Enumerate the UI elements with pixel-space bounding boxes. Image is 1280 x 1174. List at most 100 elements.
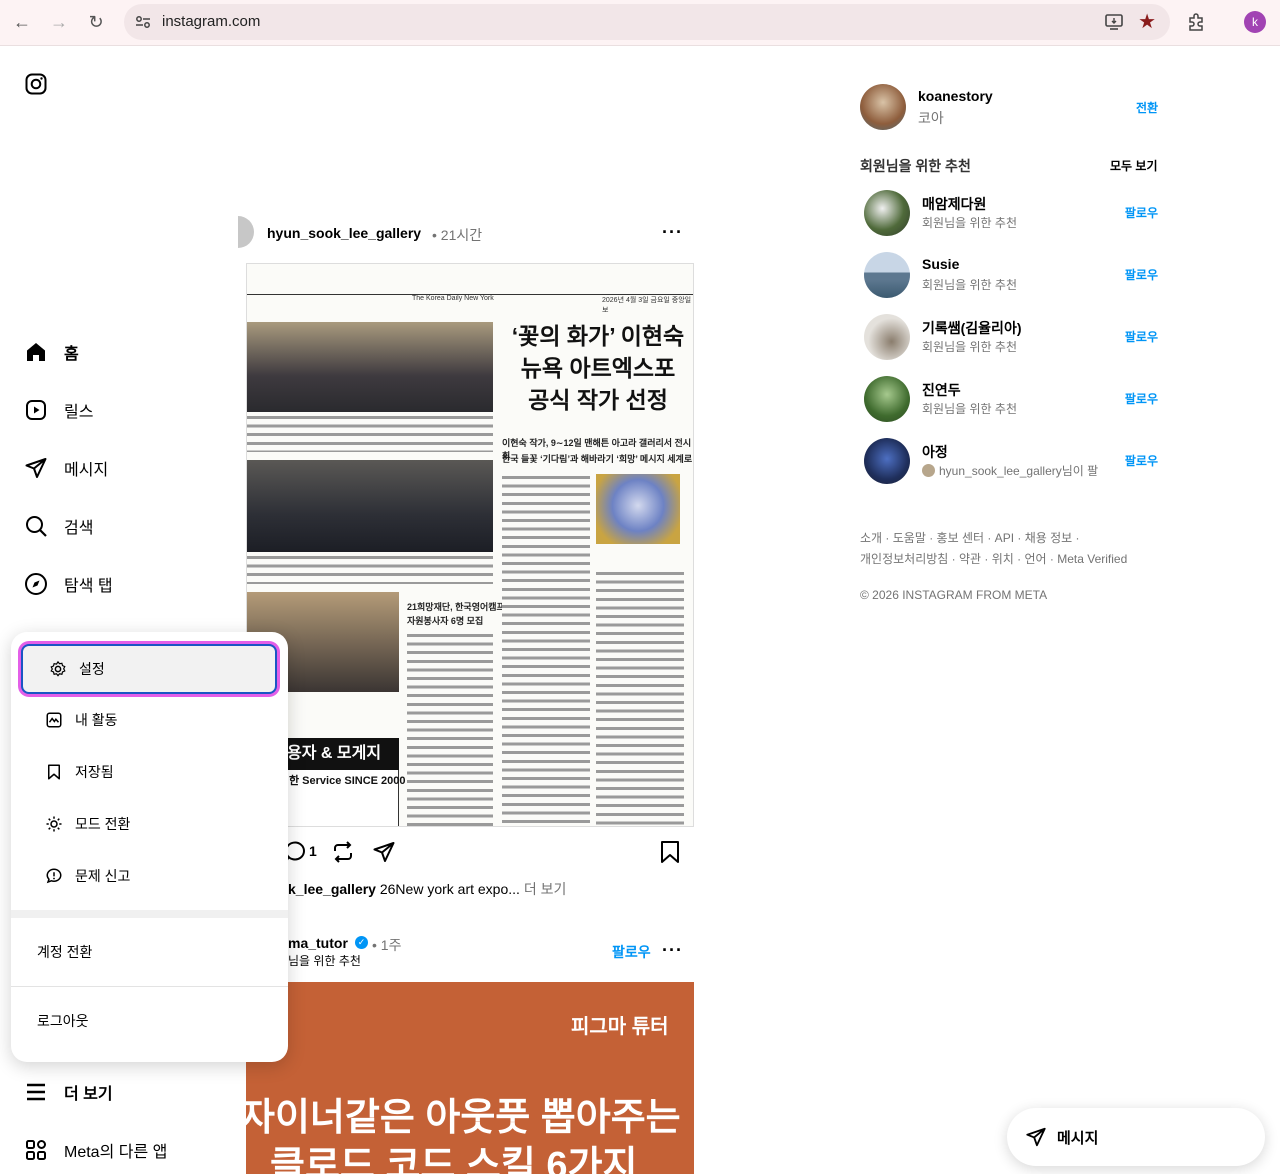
footer-links-2[interactable]: 개인정보처리방침 · 약관 · 위치 · 언어 · Meta Verified — [860, 550, 1127, 567]
post2-username[interactable]: ma_tutor — [288, 935, 348, 951]
reload-icon[interactable]: ↻ — [84, 10, 108, 34]
report-icon — [46, 868, 62, 884]
more-options-icon[interactable]: ··· — [662, 222, 683, 243]
suggestion-reason: hyun_sook_lee_gallery님이 팔 — [922, 462, 1112, 479]
menu-logout[interactable]: 로그아웃 — [37, 1011, 89, 1031]
menu-saved-label: 저장됨 — [75, 764, 114, 780]
suggestion-name[interactable]: Susie — [922, 256, 959, 272]
comment-count: 1 — [309, 843, 317, 859]
see-all-link[interactable]: 모두 보기 — [1110, 157, 1158, 174]
repost-icon[interactable] — [331, 840, 355, 864]
post-username[interactable]: hyun_sook_lee_gallery — [267, 225, 421, 241]
newspaper-subheadline-2: 한국 들꽃 ‘기다림’과 해바라기 ‘희망’ 메시지 세계로 — [502, 454, 693, 464]
nav-home-label: 홈 — [64, 346, 79, 363]
menu-mode-switch[interactable]: 모드 전환 — [19, 800, 280, 848]
forward-icon[interactable]: → — [47, 10, 71, 34]
share-icon[interactable] — [372, 840, 396, 864]
back-icon[interactable]: ← — [10, 10, 34, 34]
newspaper-box-title-1: 21희망재단, 한국영어캠프 — [407, 602, 505, 612]
follow-button[interactable]: 팔로우 — [1125, 452, 1158, 469]
suggestion-name[interactable]: 진연두 — [922, 380, 961, 400]
newspaper-text-block — [247, 554, 493, 584]
my-avatar[interactable] — [860, 84, 906, 130]
extensions-icon[interactable] — [1186, 11, 1208, 33]
nav-search-label: 검색 — [64, 520, 94, 537]
menu-mode-label: 모드 전환 — [75, 816, 131, 832]
bookmark-icon — [48, 764, 60, 780]
newspaper-headline: ‘꽃의 화가’ 이현숙 뉴욕 아트엑스포 공식 작가 선정 — [505, 320, 691, 416]
nav-reels[interactable]: 릴스 — [24, 396, 93, 424]
nav-search[interactable]: 검색 — [24, 512, 93, 540]
post-image[interactable]: The Korea Daily New York 2026년 4월 3일 금요일… — [246, 263, 694, 827]
suggestion-reason: 회원님을 위한 추천 — [922, 402, 1017, 416]
suggestion-item: 아정 hyun_sook_lee_gallery님이 팔 팔로우 — [864, 438, 1160, 486]
menu-saved[interactable]: 저장됨 — [19, 748, 280, 796]
newspaper-text-block — [407, 632, 493, 826]
switch-account-link[interactable]: 전환 — [1136, 99, 1158, 116]
newspaper-masthead: The Korea Daily New York — [412, 295, 494, 302]
menu-settings[interactable]: 설정 — [21, 644, 277, 694]
suggestion-reason: 회원님을 위한 추천 — [922, 278, 1017, 292]
suggestion-name[interactable]: 아정 — [922, 442, 948, 462]
post2-image[interactable]: 피그마 튜터 자이너같은 아웃풋 뽑아주는 클로드 코드 스킬 6가지 — [246, 982, 694, 1174]
more-options-icon[interactable]: ··· — [662, 940, 683, 961]
nav-meta-apps[interactable]: Meta의 다른 앱 — [24, 1136, 167, 1164]
newspaper-text-block — [596, 570, 684, 826]
install-app-icon[interactable] — [1104, 12, 1124, 32]
profile-avatar[interactable]: k — [1244, 11, 1266, 33]
reels-icon — [26, 400, 46, 420]
follow-button[interactable]: 팔로우 — [1125, 204, 1158, 221]
newspaper-ad-subtitle: 한 Service SINCE 2000 — [289, 775, 406, 787]
menu-report-label: 문제 신고 — [75, 868, 131, 884]
menu-activity[interactable]: 내 활동 — [19, 696, 280, 744]
follow-button[interactable]: 팔로우 — [1125, 266, 1158, 283]
newspaper-date: 2026년 4월 3일 금요일 중앙일보 — [602, 297, 692, 314]
messages-button[interactable]: 메시지 — [1007, 1108, 1265, 1166]
nav-more[interactable]: 더 보기 — [24, 1078, 113, 1106]
suggestion-avatar[interactable] — [864, 190, 910, 236]
newspaper-text-block — [502, 474, 590, 826]
newspaper-photo — [247, 322, 493, 412]
suggestion-avatar[interactable] — [864, 438, 910, 484]
my-display-name: 코아 — [918, 110, 944, 126]
home-icon — [27, 343, 45, 361]
caption-username[interactable]: k_lee_gallery — [288, 881, 376, 897]
copyright: © 2026 INSTAGRAM FROM META — [860, 588, 1048, 602]
my-username[interactable]: koanestory — [918, 88, 993, 104]
instagram-logo-icon[interactable] — [24, 72, 48, 96]
follow-button[interactable]: 팔로우 — [1125, 390, 1158, 407]
suggestion-name[interactable]: 매암제다원 — [922, 194, 986, 214]
post2-subtitle: 님을 위한 추천 — [288, 954, 361, 968]
follow-button[interactable]: 팔로우 — [1125, 328, 1158, 345]
footer-links-1[interactable]: 소개 · 도움말 · 홍보 센터 · API · 채용 정보 · — [860, 529, 1080, 546]
suggestion-avatar[interactable] — [864, 376, 910, 422]
menu-icon — [27, 1083, 45, 1101]
post2-follow-button[interactable]: 팔로우 — [612, 942, 651, 962]
menu-divider — [11, 910, 288, 918]
nav-messages-label: 메시지 — [64, 462, 109, 479]
nav-messages[interactable]: 메시지 — [24, 454, 108, 482]
nav-explore[interactable]: 탐색 탭 — [24, 570, 113, 598]
post2-brand: 피그마 튜터 — [571, 1016, 669, 1038]
nav-home[interactable]: 홈 — [24, 338, 79, 366]
caption-more-link[interactable]: 더 보기 — [524, 881, 567, 897]
save-bookmark-icon[interactable] — [659, 840, 681, 864]
post-caption: k_lee_gallery 26New york art expo... 더 보… — [288, 879, 566, 899]
menu-switch-account[interactable]: 계정 전환 — [37, 942, 92, 962]
post2-time: • 1주 — [372, 937, 402, 953]
newspaper-box-title: 21희망재단, 한국영어캠프 자원봉사자 6명 모집 — [407, 600, 505, 628]
newspaper-text-block — [247, 414, 493, 452]
suggestion-name[interactable]: 기록쌤(김율리아) — [922, 318, 1021, 338]
activity-icon — [46, 712, 62, 728]
url-text[interactable]: instagram.com — [162, 13, 260, 30]
site-settings-icon[interactable] — [134, 13, 152, 31]
suggestion-avatar[interactable] — [864, 314, 910, 360]
nav-more-label: 더 보기 — [64, 1086, 113, 1103]
menu-report[interactable]: 문제 신고 — [19, 852, 280, 900]
browser-toolbar: ← → ↻ instagram.com ★ k — [0, 0, 1280, 46]
newspaper-headline-2: 뉴욕 아트엑스포 — [520, 355, 676, 381]
suggestion-avatar[interactable] — [864, 252, 910, 298]
bookmark-star-icon[interactable]: ★ — [1138, 9, 1156, 34]
post-author-avatar[interactable] — [238, 216, 254, 248]
address-bar[interactable]: instagram.com ★ — [124, 4, 1170, 40]
